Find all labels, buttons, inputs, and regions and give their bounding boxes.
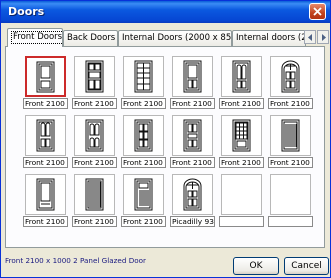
tab-front-doors[interactable]: Front Doors bbox=[7, 28, 63, 47]
door-thumbnail[interactable] bbox=[25, 174, 66, 215]
tab-scroll-left-button[interactable] bbox=[304, 30, 316, 44]
door-tile[interactable]: Front 2100 x bbox=[219, 115, 264, 168]
arrow-left-icon bbox=[308, 34, 312, 41]
door-label bbox=[268, 216, 313, 227]
door-glazed-panel-icon bbox=[36, 61, 55, 93]
cancel-button[interactable]: Cancel bbox=[284, 257, 329, 275]
tab-scroll-right-button[interactable] bbox=[317, 30, 329, 44]
door-label: Front 2100 x bbox=[121, 216, 166, 227]
door-thumbnail[interactable] bbox=[172, 56, 213, 97]
door-thumbnail[interactable] bbox=[221, 115, 262, 156]
door-grid-panel-icon bbox=[134, 60, 153, 93]
door-label: Front 2100 x bbox=[170, 157, 215, 168]
door-tile-empty[interactable] bbox=[219, 174, 264, 227]
door-cross-panel-icon bbox=[85, 60, 104, 93]
door-thumbnail[interactable] bbox=[123, 174, 164, 215]
door-thumbnail[interactable] bbox=[74, 115, 115, 156]
door-tile[interactable]: Front 2100 x bbox=[23, 56, 68, 109]
door-arched-pair-icon bbox=[85, 119, 104, 152]
door-mixed-panel-icon bbox=[183, 119, 202, 152]
door-vertical-bars-icon bbox=[281, 119, 300, 152]
window-title: Doors bbox=[8, 5, 45, 18]
door-thumbnail[interactable] bbox=[172, 115, 213, 156]
door-label: Front 2100 x bbox=[268, 98, 313, 109]
doors-dialog: Doors Front Doors Back Doors Internal Do… bbox=[0, 0, 331, 278]
door-twin-panel-icon bbox=[36, 119, 55, 152]
door-tile[interactable]: Front 2100 x bbox=[121, 56, 166, 109]
door-thumbnail[interactable] bbox=[270, 115, 311, 156]
door-tall-panel-icon bbox=[183, 60, 202, 93]
door-twin-arch-icon bbox=[232, 60, 251, 93]
door-thumbnail[interactable] bbox=[270, 56, 311, 97]
door-tile[interactable]: Front 2100 x bbox=[170, 115, 215, 168]
door-thumbnail[interactable] bbox=[172, 174, 213, 215]
tab-scroll bbox=[304, 30, 329, 44]
door-tile[interactable]: Front 2100 x bbox=[170, 56, 215, 109]
door-thumbnail[interactable] bbox=[221, 174, 262, 215]
door-label bbox=[219, 216, 264, 227]
door-tile[interactable]: Front 2100 x bbox=[72, 174, 117, 227]
selection-description: Front 2100 x 1000 2 Panel Glazed Door bbox=[5, 256, 146, 265]
tab-back-doors[interactable]: Back Doors bbox=[63, 30, 118, 46]
door-thumbnail[interactable] bbox=[74, 174, 115, 215]
tab-strip: Front Doors Back Doors Internal Doors (2… bbox=[5, 28, 329, 47]
door-label: Picadilly 931 bbox=[170, 216, 215, 227]
door-label: Front 2100 x bbox=[72, 157, 117, 168]
door-tile-empty[interactable] bbox=[268, 174, 313, 227]
door-tile[interactable]: Front 2100 x bbox=[23, 115, 68, 168]
door-fanlight-icon bbox=[281, 60, 300, 93]
door-label: Front 2100 x bbox=[121, 157, 166, 168]
door-tile[interactable]: Front 2100 x bbox=[23, 174, 68, 227]
door-picadilly-icon bbox=[183, 178, 202, 211]
door-label: Front 2100 x bbox=[72, 216, 117, 227]
door-tile[interactable]: Front 2100 x bbox=[219, 56, 264, 109]
door-georgian-icon bbox=[232, 119, 251, 152]
door-slatted-top-icon bbox=[134, 178, 153, 211]
door-thumbnail[interactable] bbox=[123, 115, 164, 156]
door-gallery-panel: Front 2100 x Front 2100 x Front 2100 x F… bbox=[5, 46, 325, 248]
door-tile[interactable]: Picadilly 931 bbox=[170, 174, 215, 227]
door-tile[interactable]: Front 2100 x bbox=[268, 115, 313, 168]
door-thumbnail[interactable] bbox=[74, 56, 115, 97]
door-label: Front 2100 x bbox=[219, 157, 264, 168]
door-six-panel-icon bbox=[134, 119, 153, 152]
close-button[interactable] bbox=[309, 3, 326, 20]
door-label: Front 2100 x bbox=[219, 98, 264, 109]
door-label: Front 2100 x bbox=[23, 98, 68, 109]
door-tile[interactable]: Front 2100 x bbox=[121, 115, 166, 168]
door-label: Front 2100 x bbox=[23, 157, 68, 168]
close-icon bbox=[313, 7, 322, 16]
tab-internal-doors-850[interactable]: Internal Doors (2000 x 850) bbox=[118, 30, 232, 46]
door-thumbnail[interactable] bbox=[123, 56, 164, 97]
door-label: Front 2100 x bbox=[121, 98, 166, 109]
door-thumbnail[interactable] bbox=[25, 56, 66, 97]
door-thumbnail[interactable] bbox=[221, 56, 262, 97]
ok-button[interactable]: OK bbox=[233, 257, 279, 275]
tab-internal-doors-920[interactable]: Internal doors (2000 x 920) bbox=[232, 30, 306, 46]
door-tile[interactable]: Front 2100 x bbox=[72, 115, 117, 168]
door-tile[interactable]: Front 2100 x bbox=[72, 56, 117, 109]
door-tile[interactable]: Front 2100 x bbox=[268, 56, 313, 109]
title-bar[interactable]: Doors bbox=[1, 1, 330, 23]
door-thumbnail[interactable] bbox=[270, 174, 311, 215]
door-thumbnail[interactable] bbox=[25, 115, 66, 156]
door-label: Front 2100 x bbox=[268, 157, 313, 168]
door-label: Front 2100 x bbox=[170, 98, 215, 109]
door-label: Front 2100 x bbox=[23, 216, 68, 227]
door-tile[interactable]: Front 2100 x bbox=[121, 174, 166, 227]
door-slatted-icon bbox=[85, 178, 104, 211]
arrow-right-icon bbox=[322, 34, 326, 41]
door-full-glazed-icon bbox=[36, 178, 55, 211]
door-label: Front 2100 x bbox=[72, 98, 117, 109]
